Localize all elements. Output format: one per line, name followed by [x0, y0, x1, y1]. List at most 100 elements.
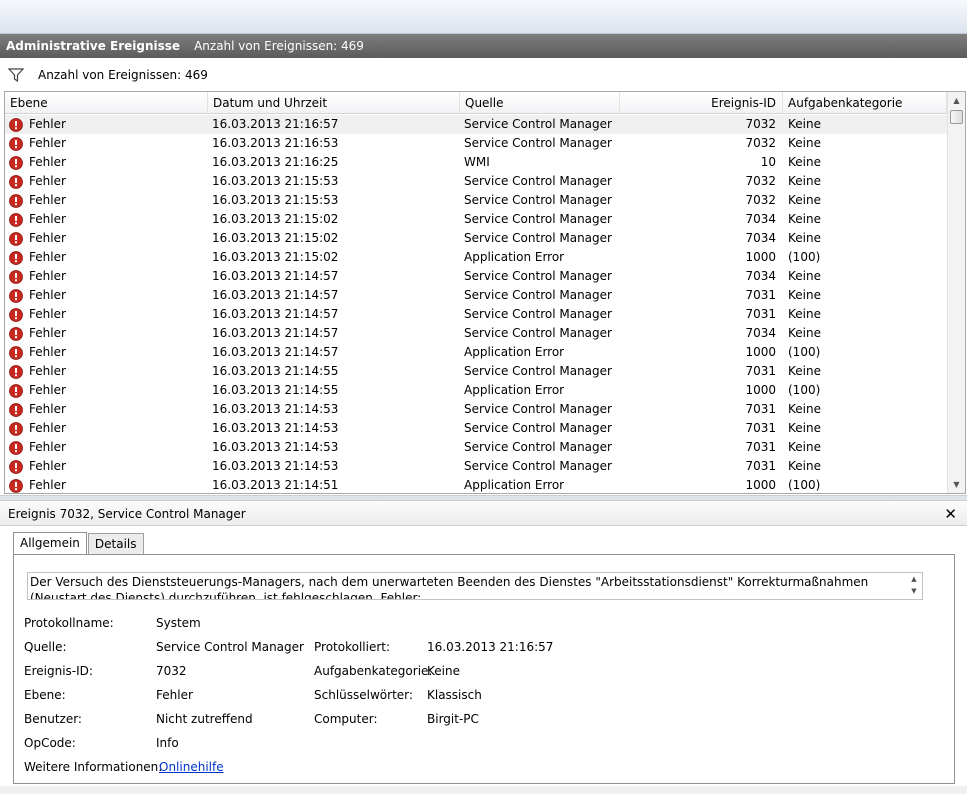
cell-source: Application Error	[464, 383, 565, 397]
table-scrollbar[interactable]: ▲ ▼	[947, 92, 965, 493]
cell-datetime: 16.03.2013 21:15:53	[212, 193, 339, 207]
cell-level: Fehler	[9, 362, 209, 381]
cell-source: Service Control Manager	[464, 269, 612, 283]
table-row[interactable]: Fehler 16.03.2013 21:14:53 Service Control…	[5, 419, 947, 438]
table-body: Fehler 16.03.2013 21:16:57 Service Control…	[5, 115, 947, 493]
description-scrollbar[interactable]: ▲ ▼	[906, 573, 922, 599]
cell-task-category: Keine	[788, 459, 821, 473]
label-benutzer: Benutzer:	[24, 712, 82, 726]
cell-level-text: Fehler	[29, 250, 66, 264]
error-icon	[9, 174, 23, 189]
cell-event-id: 10	[760, 155, 776, 169]
table-row[interactable]: Fehler 16.03.2013 21:16:25 WMI 10 Keine	[5, 153, 947, 172]
cell-event-id: 7031	[745, 364, 776, 378]
table-row[interactable]: Fehler 16.03.2013 21:15:53 Service Control…	[5, 191, 947, 210]
value-aufgabenkategorie: Keine	[427, 664, 460, 678]
cell-source: Service Control Manager	[464, 364, 612, 378]
table-row[interactable]: Fehler 16.03.2013 21:15:02 Application Err…	[5, 248, 947, 267]
table-row[interactable]: Fehler 16.03.2013 21:14:55 Service Control…	[5, 362, 947, 381]
column-header-level[interactable]: Ebene	[5, 92, 208, 114]
cell-task-category: Keine	[788, 212, 821, 226]
column-header-datetime[interactable]: Datum und Uhrzeit	[208, 92, 460, 114]
cell-task-category: Keine	[788, 326, 821, 340]
table-row[interactable]: Fehler 16.03.2013 21:14:57 Service Control…	[5, 286, 947, 305]
cell-source: Service Control Manager	[464, 231, 612, 245]
table-row[interactable]: Fehler 16.03.2013 21:15:02 Service Control…	[5, 229, 947, 248]
cell-source: Service Control Manager	[464, 421, 612, 435]
label-computer: Computer:	[314, 712, 378, 726]
cell-level: Fehler	[9, 305, 209, 324]
table-row[interactable]: Fehler 16.03.2013 21:14:57 Service Control…	[5, 324, 947, 343]
scroll-thumb[interactable]	[950, 110, 963, 124]
label-protokolliert: Protokolliert:	[314, 640, 391, 654]
cell-datetime: 16.03.2013 21:14:53	[212, 402, 339, 416]
close-icon[interactable]: ✕	[944, 504, 957, 524]
table-row[interactable]: Fehler 16.03.2013 21:15:53 Service Control…	[5, 172, 947, 191]
error-icon	[9, 421, 23, 436]
cell-source: Service Control Manager	[464, 459, 612, 473]
table-row[interactable]: Fehler 16.03.2013 21:16:57 Service Control…	[5, 115, 947, 134]
value-protokolliert: 16.03.2013 21:16:57	[427, 640, 554, 654]
column-header-task-category[interactable]: Aufgabenkategorie	[783, 92, 947, 114]
cell-source: Service Control Manager	[464, 440, 612, 454]
tab-allgemein[interactable]: Allgemein	[13, 532, 87, 555]
error-icon	[9, 136, 23, 151]
tab-details[interactable]: Details	[87, 533, 144, 554]
cell-level: Fehler	[9, 153, 209, 172]
cell-task-category: Keine	[788, 231, 821, 245]
error-icon	[9, 250, 23, 265]
cell-event-id: 7034	[745, 231, 776, 245]
cell-level: Fehler	[9, 229, 209, 248]
cell-level: Fehler	[9, 400, 209, 419]
cell-level-text: Fehler	[29, 117, 66, 131]
table-row[interactable]: Fehler 16.03.2013 21:14:57 Service Control…	[5, 267, 947, 286]
events-table: Ebene Datum und Uhrzeit Quelle Ereignis-…	[4, 91, 966, 494]
description-box[interactable]: Der Versuch des Dienststeuerungs-Manager…	[27, 572, 923, 600]
cell-task-category: (100)	[788, 383, 821, 397]
value-ebene: Fehler	[156, 688, 193, 702]
column-header-source[interactable]: Quelle	[460, 92, 620, 114]
cell-event-id: 7032	[745, 136, 776, 150]
cell-datetime: 16.03.2013 21:14:53	[212, 459, 339, 473]
cell-event-id: 7032	[745, 117, 776, 131]
scroll-up-icon[interactable]: ▲	[948, 92, 965, 109]
cell-datetime: 16.03.2013 21:16:25	[212, 155, 339, 169]
cell-level-text: Fehler	[29, 193, 66, 207]
table-row[interactable]: Fehler 16.03.2013 21:15:02 Service Control…	[5, 210, 947, 229]
onlinehilfe-link[interactable]: Onlinehilfe	[159, 759, 224, 775]
error-icon	[9, 402, 23, 417]
cell-level-text: Fehler	[29, 136, 66, 150]
scroll-down-icon[interactable]: ▼	[948, 476, 965, 493]
value-benutzer: Nicht zutreffend	[156, 712, 253, 726]
cell-event-id: 7031	[745, 421, 776, 435]
table-row[interactable]: Fehler 16.03.2013 21:14:57 Application Err…	[5, 343, 947, 362]
column-header-event-id[interactable]: Ereignis-ID	[620, 92, 783, 114]
table-row[interactable]: Fehler 16.03.2013 21:14:55 Application Err…	[5, 381, 947, 400]
cell-event-id: 7031	[745, 307, 776, 321]
table-row[interactable]: Fehler 16.03.2013 21:16:53 Service Control…	[5, 134, 947, 153]
table-row[interactable]: Fehler 16.03.2013 21:14:51 Application Err…	[5, 476, 947, 493]
label-schluesselwoerter: Schlüsselwörter:	[314, 688, 413, 702]
cell-level-text: Fehler	[29, 459, 66, 473]
description-text: Der Versuch des Dienststeuerungs-Manager…	[30, 575, 869, 600]
cell-datetime: 16.03.2013 21:15:53	[212, 174, 339, 188]
filter-icon[interactable]	[8, 67, 24, 83]
cell-level-text: Fehler	[29, 174, 66, 188]
table-row[interactable]: Fehler 16.03.2013 21:14:57 Service Control…	[5, 305, 947, 324]
error-icon	[9, 459, 23, 474]
cell-event-id: 7031	[745, 288, 776, 302]
pane-splitter[interactable]	[0, 495, 967, 501]
cell-level-text: Fehler	[29, 345, 66, 359]
cell-task-category: Keine	[788, 402, 821, 416]
table-row[interactable]: Fehler 16.03.2013 21:14:53 Service Control…	[5, 400, 947, 419]
error-icon	[9, 326, 23, 341]
cell-source: Service Control Manager	[464, 307, 612, 321]
details-header: Ereignis 7032, Service Control Manager ✕	[0, 502, 967, 526]
cell-level-text: Fehler	[29, 288, 66, 302]
table-row[interactable]: Fehler 16.03.2013 21:14:53 Service Control…	[5, 457, 947, 476]
cell-datetime: 16.03.2013 21:14:55	[212, 383, 339, 397]
cell-source: Application Error	[464, 478, 565, 492]
table-row[interactable]: Fehler 16.03.2013 21:14:53 Service Control…	[5, 438, 947, 457]
error-icon	[9, 269, 23, 284]
cell-task-category: Keine	[788, 307, 821, 321]
